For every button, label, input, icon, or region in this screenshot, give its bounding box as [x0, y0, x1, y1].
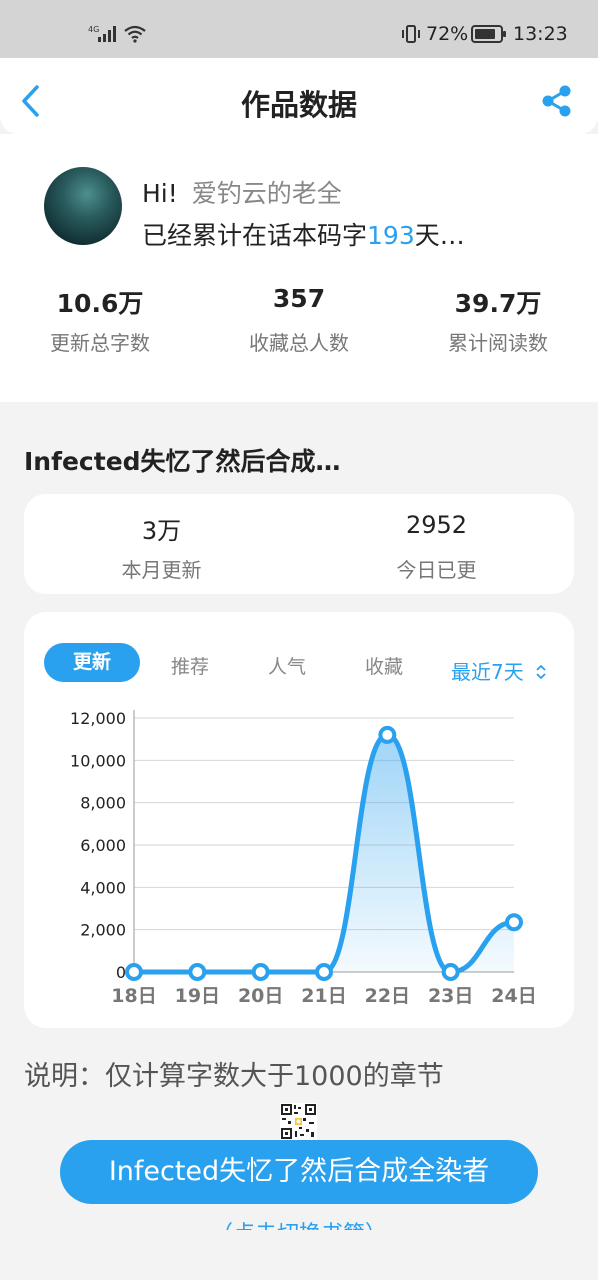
total-favorites-label: 收藏总人数: [249, 331, 349, 355]
username: 爱钓云的老全: [191, 179, 342, 208]
data-point: [378, 725, 397, 744]
data-point: [251, 963, 270, 981]
y-tick-label: 8,000: [80, 794, 126, 813]
battery-percent: 72%: [426, 23, 469, 45]
total-reads-value: 39.7万: [454, 289, 542, 318]
share-icon[interactable]: [540, 84, 574, 122]
cellular-signal-icon: 4G: [88, 24, 118, 48]
data-point: [441, 963, 460, 981]
svg-text:4G: 4G: [88, 25, 99, 34]
update-chart: 0 2,000 4,000 6,000 8,000 10,000 12,000 18日 19日 2…: [70, 709, 537, 1007]
x-tick-label: 23日: [428, 985, 473, 1007]
x-tick-label: 24日: [491, 985, 536, 1007]
wifi-icon: [123, 25, 147, 47]
data-point: [315, 963, 333, 981]
y-tick-label: 2,000: [80, 921, 126, 940]
page-title: 作品数据: [240, 88, 357, 122]
battery-icon: [471, 25, 507, 47]
total-favorites-value: 357: [272, 284, 326, 313]
data-point: [125, 963, 143, 981]
data-point: [188, 963, 207, 981]
month-update-value: 3万: [141, 517, 182, 545]
greeting-line: Hi! 爱钓云的老全: [142, 174, 342, 210]
total-words-value: 10.6万: [56, 289, 144, 318]
x-tick-label: 22日: [365, 985, 410, 1007]
y-tick-label: 10,000: [70, 751, 126, 770]
chart-card: 更新 推荐 人气 收藏 最近7天 0 2,000 4,000 6,000 8,000 10…: [24, 612, 574, 1028]
profile-card: Hi! 爱钓云的老全 已经累计在话本码字193天… 10.6万 更新总字数 357…: [0, 134, 598, 402]
streak-prefix: 已经累计在话本码字: [142, 221, 368, 250]
select-book-button[interactable]: Infected失忆了然后合成全染者: [60, 1140, 538, 1204]
streak-suffix: 天…: [414, 221, 465, 250]
today-update-value: 2952: [405, 511, 468, 539]
status-bar: 4G 72% 13:23: [0, 0, 598, 58]
clock: 13:23: [513, 23, 568, 45]
avatar[interactable]: [44, 167, 122, 245]
series-line: [131, 732, 517, 975]
greeting: Hi!: [142, 179, 178, 208]
switch-book-link[interactable]: （点击切换书籍）: [0, 1216, 598, 1230]
qr-code-icon[interactable]: [280, 1103, 317, 1140]
total-words-label: 更新总字数: [50, 331, 150, 355]
y-tick-label: 4,000: [80, 878, 126, 897]
y-tick-label: 6,000: [80, 836, 126, 855]
x-tick-label: 18日: [111, 985, 156, 1007]
month-update-label: 本月更新: [121, 558, 202, 582]
x-tick-label: 21日: [301, 985, 346, 1007]
total-reads-label: 累计阅读数: [448, 331, 548, 355]
work-title: Infected失忆了然后合成…: [24, 447, 341, 476]
note-text: 说明：仅计算字数大于1000的章节: [24, 1061, 444, 1092]
y-tick-label: 0: [116, 963, 126, 982]
update-summary-card: 3万 本月更新 2952 今日已更: [24, 494, 574, 594]
writing-streak: 已经累计在话本码字193天…: [142, 216, 465, 252]
data-point: [505, 913, 523, 932]
series-area: [134, 734, 514, 972]
vibrate-icon: [400, 24, 422, 48]
y-tick-label: 12,000: [70, 709, 126, 728]
today-update-label: 今日已更: [396, 558, 477, 582]
x-tick-label: 20日: [238, 985, 283, 1007]
x-tick-label: 19日: [175, 985, 220, 1007]
app-header: 作品数据: [0, 58, 598, 134]
streak-days: 193: [367, 221, 415, 250]
